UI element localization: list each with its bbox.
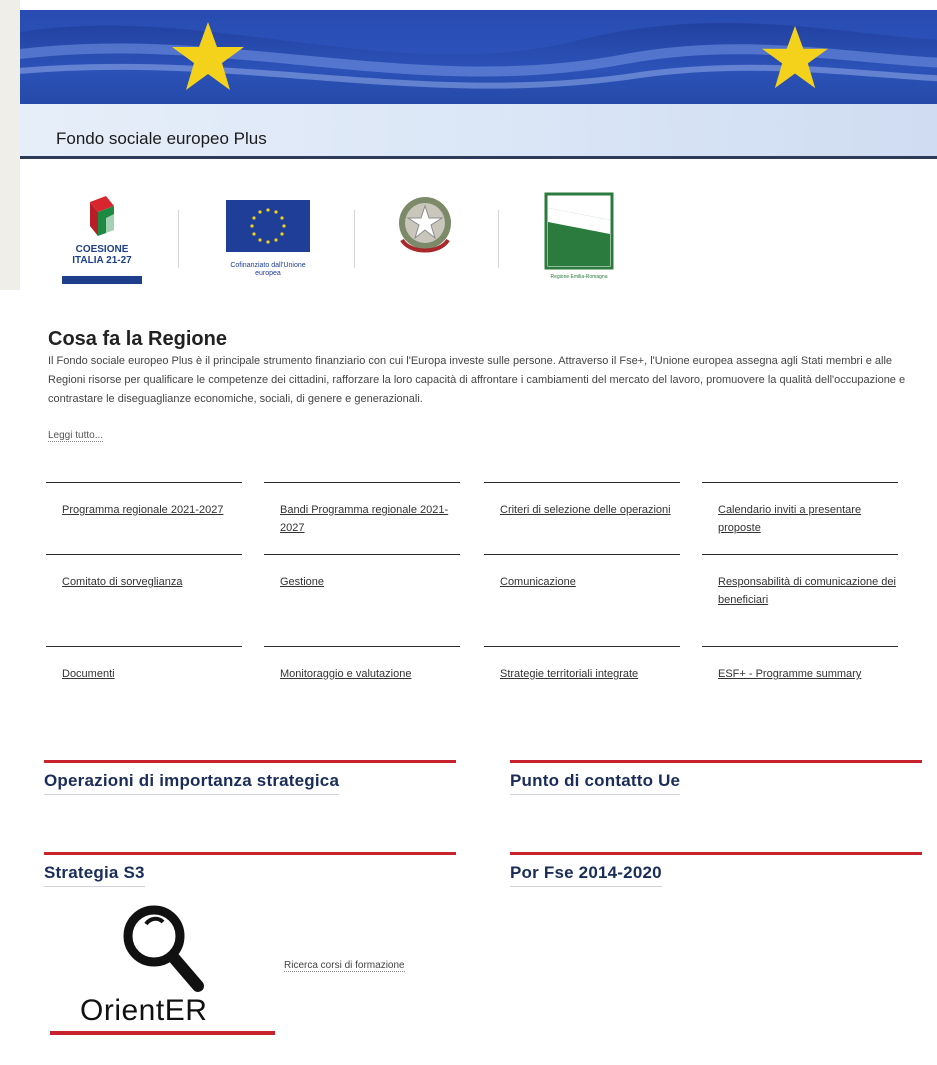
eu-star-icon [762,25,828,89]
grid-link-documenti[interactable]: Documenti [46,646,242,734]
eu-logo[interactable]: Cofinanziato dall'Unione europea [226,200,310,288]
orienter-accent-bar [50,1031,275,1035]
coesione-label: COESIONE ITALIA 21-27 [62,244,142,266]
grid-link-comunicazione[interactable]: Comunicazione [484,554,680,642]
eu-flag-icon [226,200,310,252]
feature-block: Strategia S3 [44,852,456,887]
coesione-bar [62,276,142,284]
feature-block: Operazioni di importanza strategica [44,760,456,795]
orienter-wordmark: OrientER [80,994,208,1027]
repubblica-emblem-logo[interactable] [390,190,460,260]
logo-divider [178,210,179,268]
eu-caption: Cofinanziato dall'Unione europea [230,262,306,277]
eu-star-icon [172,22,244,90]
er-caption: Regione Emilia-Romagna [550,274,608,280]
hero-title-band: Fondo sociale europeo Plus [20,104,937,159]
emilia-romagna-logo[interactable]: Regione Emilia-Romagna [542,190,616,286]
grid-link-responsabilita[interactable]: Responsabilità di comunicazione dei bene… [702,554,898,642]
magnifier-icon [123,905,204,992]
page-title: Fondo sociale europeo Plus [56,129,267,149]
logo-divider [354,210,355,268]
feature-link-strategia-s3[interactable]: Strategia S3 [44,863,145,887]
orienter-logo[interactable]: OrientER [50,900,275,1040]
read-more-link[interactable]: Leggi tutto... [48,430,104,442]
coesione-italia-logo[interactable]: COESIONE ITALIA 21-27 [62,196,142,288]
logo-divider [498,210,499,268]
grid-link-gestione[interactable]: Gestione [264,554,460,642]
intro-paragraph: Il Fondo sociale europeo Plus è il princ… [48,355,906,405]
grid-link-monitoraggio[interactable]: Monitoraggio e valutazione [264,646,460,734]
feature-block: Punto di contatto Ue [510,760,922,795]
italian-emblem-icon [399,197,451,253]
feature-link-por-fse[interactable]: Por Fse 2014-2020 [510,863,662,887]
feature-block: Por Fse 2014-2020 [510,852,922,887]
feature-link-operazioni[interactable]: Operazioni di importanza strategica [44,771,340,795]
side-strip [0,0,20,290]
section-title: Cosa fa la Regione [48,328,227,350]
course-search-link[interactable]: Ricerca corsi di formazione [284,960,405,972]
grid-link-strategie[interactable]: Strategie territoriali integrate [484,646,680,734]
er-region-icon [544,192,614,270]
grid-link-esf-summary[interactable]: ESF+ - Programme summary [702,646,898,734]
partner-logos: COESIONE ITALIA 21-27 Cofinanziato dall'… [52,190,652,290]
coesione-line2: ITALIA 21-27 [72,255,132,266]
grid-link-comitato[interactable]: Comitato di sorveglianza [46,554,242,642]
coesione-cube-icon [90,196,114,236]
feature-link-punto-contatto[interactable]: Punto di contatto Ue [510,771,681,795]
coesione-line1: COESIONE [75,244,129,255]
